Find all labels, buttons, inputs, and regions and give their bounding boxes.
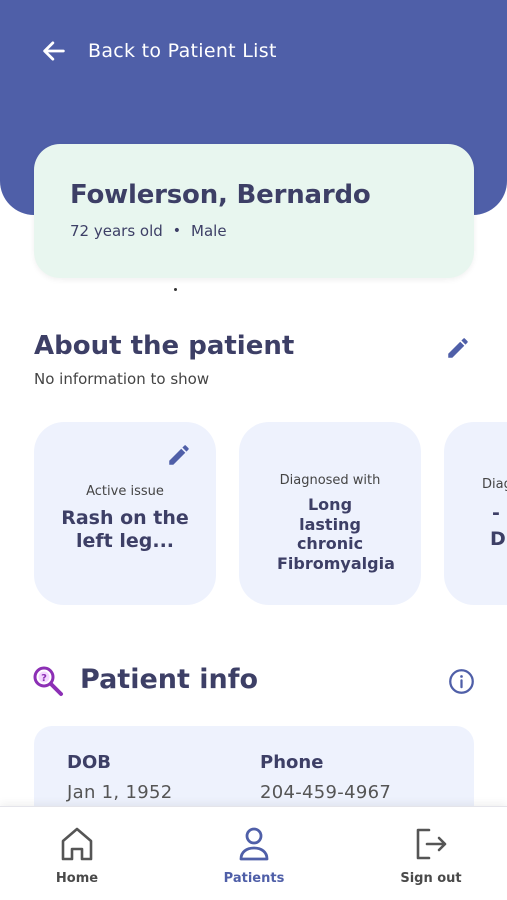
logout-icon [416, 828, 447, 860]
nav-home-label: Home [55, 871, 99, 886]
page-indicator-dot [174, 288, 177, 291]
about-section-subtitle: No information to show [34, 370, 210, 388]
magnifier-icon: ? [33, 666, 63, 696]
tile-value: Rash on the left leg... [61, 507, 189, 553]
person-icon [239, 827, 269, 861]
pencil-icon[interactable] [445, 335, 471, 361]
tile-caption: Diag [482, 477, 507, 492]
tile-value: - [492, 502, 500, 524]
patient-summary-card: Fowlerson, Bernardo 72 years old • Male [34, 144, 474, 278]
home-icon [61, 827, 93, 861]
nav-home[interactable]: Home [17, 807, 137, 900]
tile-caption: Diagnosed with [279, 473, 381, 488]
diagnosis-tile[interactable]: Diagnosed with Long lasting chronic Fibr… [239, 422, 421, 605]
back-label: Back to Patient List [88, 40, 277, 62]
svg-text:?: ? [41, 673, 47, 684]
nav-patients-label: Patients [223, 871, 285, 886]
dob-label: DOB [67, 752, 111, 773]
bottom-navigation: Home Patients Sign out [0, 806, 507, 900]
patient-sex: Male [191, 222, 227, 240]
pencil-icon[interactable] [166, 442, 192, 468]
meta-separator: • [172, 223, 182, 239]
patient-age: 72 years old [70, 222, 163, 240]
patient-name: Fowlerson, Bernardo [70, 180, 371, 210]
back-to-patient-list-button[interactable]: Back to Patient List [40, 36, 277, 66]
active-issue-tile[interactable]: Active issue Rash on the left leg... [34, 422, 216, 605]
arrow-left-icon [43, 41, 65, 61]
about-section-title: About the patient [34, 331, 295, 361]
tile-caption: Active issue [86, 484, 164, 499]
nav-signout-label: Sign out [400, 871, 462, 886]
phone-label: Phone [260, 752, 324, 773]
patient-tiles-carousel[interactable]: Active issue Rash on the left leg... Dia… [34, 422, 507, 606]
dob-value: Jan 1, 1952 [67, 782, 173, 803]
tile-value-line2: D [490, 528, 506, 550]
info-circle-icon[interactable] [448, 668, 475, 695]
nav-patients[interactable]: Patients [194, 807, 314, 900]
nav-signout[interactable]: Sign out [371, 807, 491, 900]
phone-value: 204-459-4967 [260, 782, 392, 803]
partial-tile[interactable]: Diag - D [444, 422, 507, 605]
patient-info-title: Patient info [80, 664, 259, 695]
tile-value: Long lasting chronic Fibromyalgia [277, 495, 395, 573]
patient-meta: 72 years old • Male [70, 222, 438, 240]
